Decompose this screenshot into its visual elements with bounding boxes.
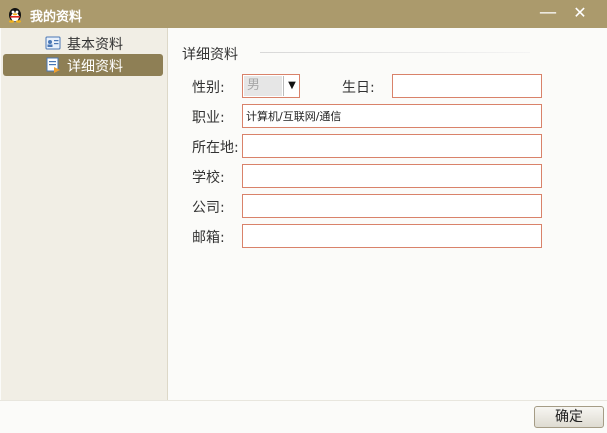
sidebar-item-label: 基本资料 <box>67 37 123 53</box>
minimize-button[interactable]: — <box>536 2 560 24</box>
sidebar-item-basic-info[interactable]: 基本资料 <box>3 32 163 54</box>
section-title: 详细资料 <box>182 47 238 63</box>
location-field[interactable] <box>242 134 542 158</box>
school-field[interactable] <box>242 164 542 188</box>
email-label: 邮箱: <box>192 230 225 246</box>
detail-doc-icon <box>46 57 60 73</box>
profile-card-icon <box>45 36 61 50</box>
occupation-label: 职业: <box>192 110 225 126</box>
birthday-label: 生日: <box>342 80 375 96</box>
sidebar-item-label: 详细资料 <box>67 59 123 75</box>
window-title: 我的资料 <box>30 10 83 25</box>
email-field[interactable] <box>242 224 542 248</box>
sidebar: 基本资料 详细资料 <box>1 28 168 400</box>
school-label: 学校: <box>192 170 225 186</box>
gender-value: 男 <box>244 76 282 96</box>
title-bar[interactable]: 我的资料 — ✕ <box>0 0 607 28</box>
qq-penguin-icon <box>9 8 21 23</box>
close-button[interactable]: ✕ <box>568 2 592 24</box>
birthday-field[interactable] <box>392 74 542 98</box>
location-label: 所在地: <box>192 140 239 156</box>
footer-bar: 确定 <box>0 400 607 433</box>
detail-panel: 详细资料 性别: 男 ▼ 生日: 职业: 计算机/互联网/通信 所在地: 学校:… <box>168 28 607 400</box>
gender-select[interactable]: 男 ▼ <box>242 74 300 98</box>
company-label: 公司: <box>192 200 225 216</box>
section-divider <box>260 52 530 53</box>
occupation-field[interactable]: 计算机/互联网/通信 <box>242 104 542 128</box>
company-field[interactable] <box>242 194 542 218</box>
gender-label: 性别: <box>192 80 225 96</box>
sidebar-item-detail-info[interactable]: 详细资料 <box>3 54 163 76</box>
chevron-down-icon[interactable]: ▼ <box>283 76 300 96</box>
ok-button[interactable]: 确定 <box>534 406 604 428</box>
